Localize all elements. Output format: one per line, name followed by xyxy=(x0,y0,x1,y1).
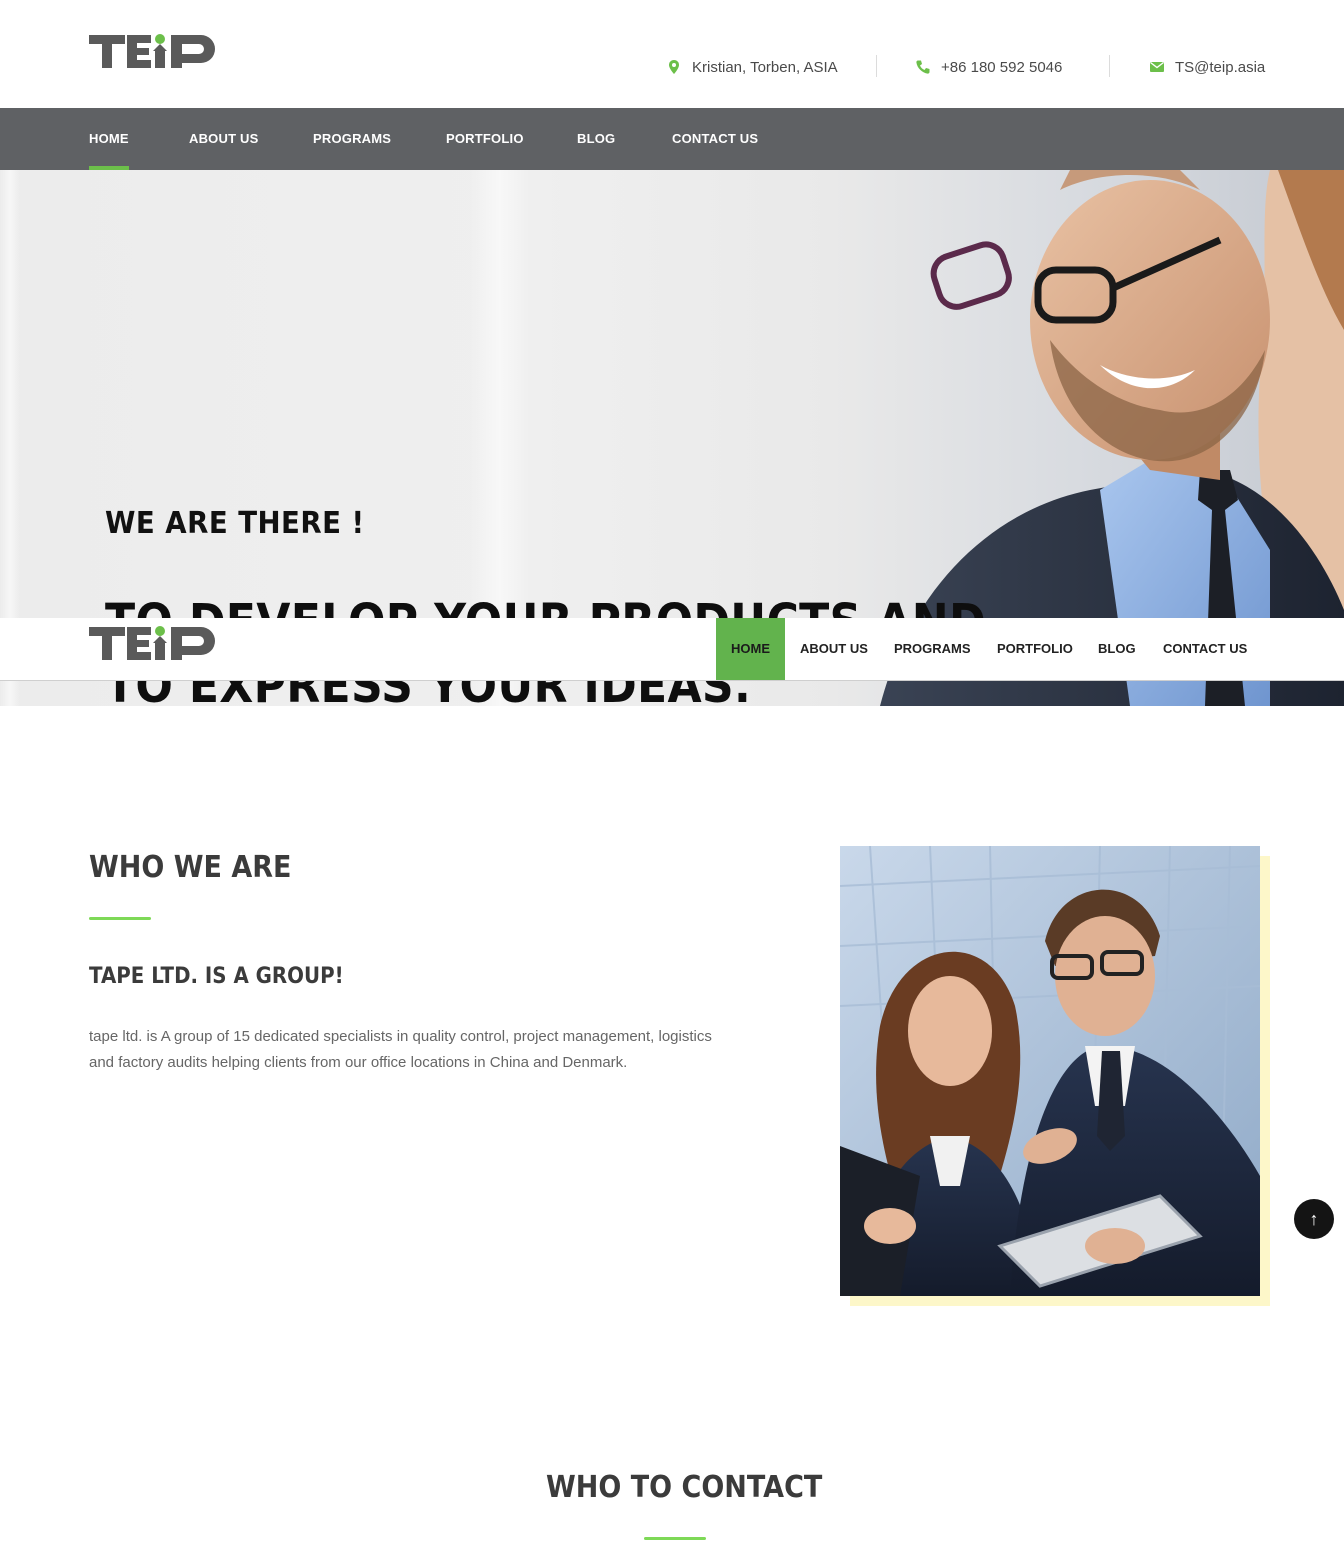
sticky-nav-about-us[interactable]: ABOUT US xyxy=(800,618,868,680)
map-marker-icon xyxy=(669,60,679,74)
email-text[interactable]: TS@teip.asia xyxy=(1175,59,1265,76)
who-we-are-heading: WHO WE ARE xyxy=(89,850,292,885)
who-we-are-body: tape ltd. is A group of 15 dedicated spe… xyxy=(89,1028,712,1071)
sticky-nav-home[interactable]: HOME xyxy=(716,618,785,680)
team-photo-image xyxy=(840,846,1260,1296)
nav-contact-us[interactable]: CONTACT US xyxy=(672,108,758,170)
phone-text[interactable]: +86 180 592 5046 xyxy=(941,59,1062,76)
site-logo[interactable] xyxy=(89,32,219,72)
heading-underline xyxy=(644,1537,706,1540)
location-info: Kristian, Torben, ASIA xyxy=(666,56,838,78)
nav-about-us[interactable]: ABOUT US xyxy=(189,108,259,170)
nav-blog[interactable]: BLOG xyxy=(577,108,615,170)
sticky-nav-programs[interactable]: PROGRAMS xyxy=(894,618,971,680)
arrow-up-icon: ↑ xyxy=(1309,1208,1319,1229)
teip-logo-icon xyxy=(89,626,215,660)
divider xyxy=(1109,55,1110,77)
nav-portfolio[interactable]: PORTFOLIO xyxy=(446,108,524,170)
divider xyxy=(876,55,877,77)
top-header: Kristian, Torben, ASIA +86 180 592 5046 … xyxy=(0,0,1344,108)
email-info: TS@teip.asia xyxy=(1149,56,1265,78)
who-we-are-subheading: TAPE LTD. IS A GROUP! xyxy=(89,964,344,989)
location-text: Kristian, Torben, ASIA xyxy=(692,58,838,76)
nav-home[interactable]: HOME xyxy=(89,108,129,170)
heading-underline xyxy=(89,917,151,920)
sticky-nav-contact-us[interactable]: CONTACT US xyxy=(1163,618,1247,680)
sticky-nav-blog[interactable]: BLOG xyxy=(1098,618,1136,680)
sticky-nav: HOME ABOUT US PROGRAMS PORTFOLIO BLOG CO… xyxy=(0,618,1344,681)
sticky-site-logo[interactable] xyxy=(89,624,219,664)
who-to-contact-heading: WHO TO CONTACT xyxy=(546,1470,823,1505)
main-nav: HOME ABOUT US PROGRAMS PORTFOLIO BLOG CO… xyxy=(0,108,1344,170)
envelope-icon xyxy=(1150,61,1164,72)
nav-programs[interactable]: PROGRAMS xyxy=(313,108,391,170)
hero-subtitle: WE ARE THERE ! xyxy=(105,506,365,541)
teip-logo-icon xyxy=(89,34,215,68)
phone-icon xyxy=(916,60,930,74)
phone-info: +86 180 592 5046 xyxy=(915,56,1062,78)
scroll-to-top-button[interactable]: ↑ xyxy=(1294,1199,1334,1239)
sticky-nav-portfolio[interactable]: PORTFOLIO xyxy=(997,618,1073,680)
